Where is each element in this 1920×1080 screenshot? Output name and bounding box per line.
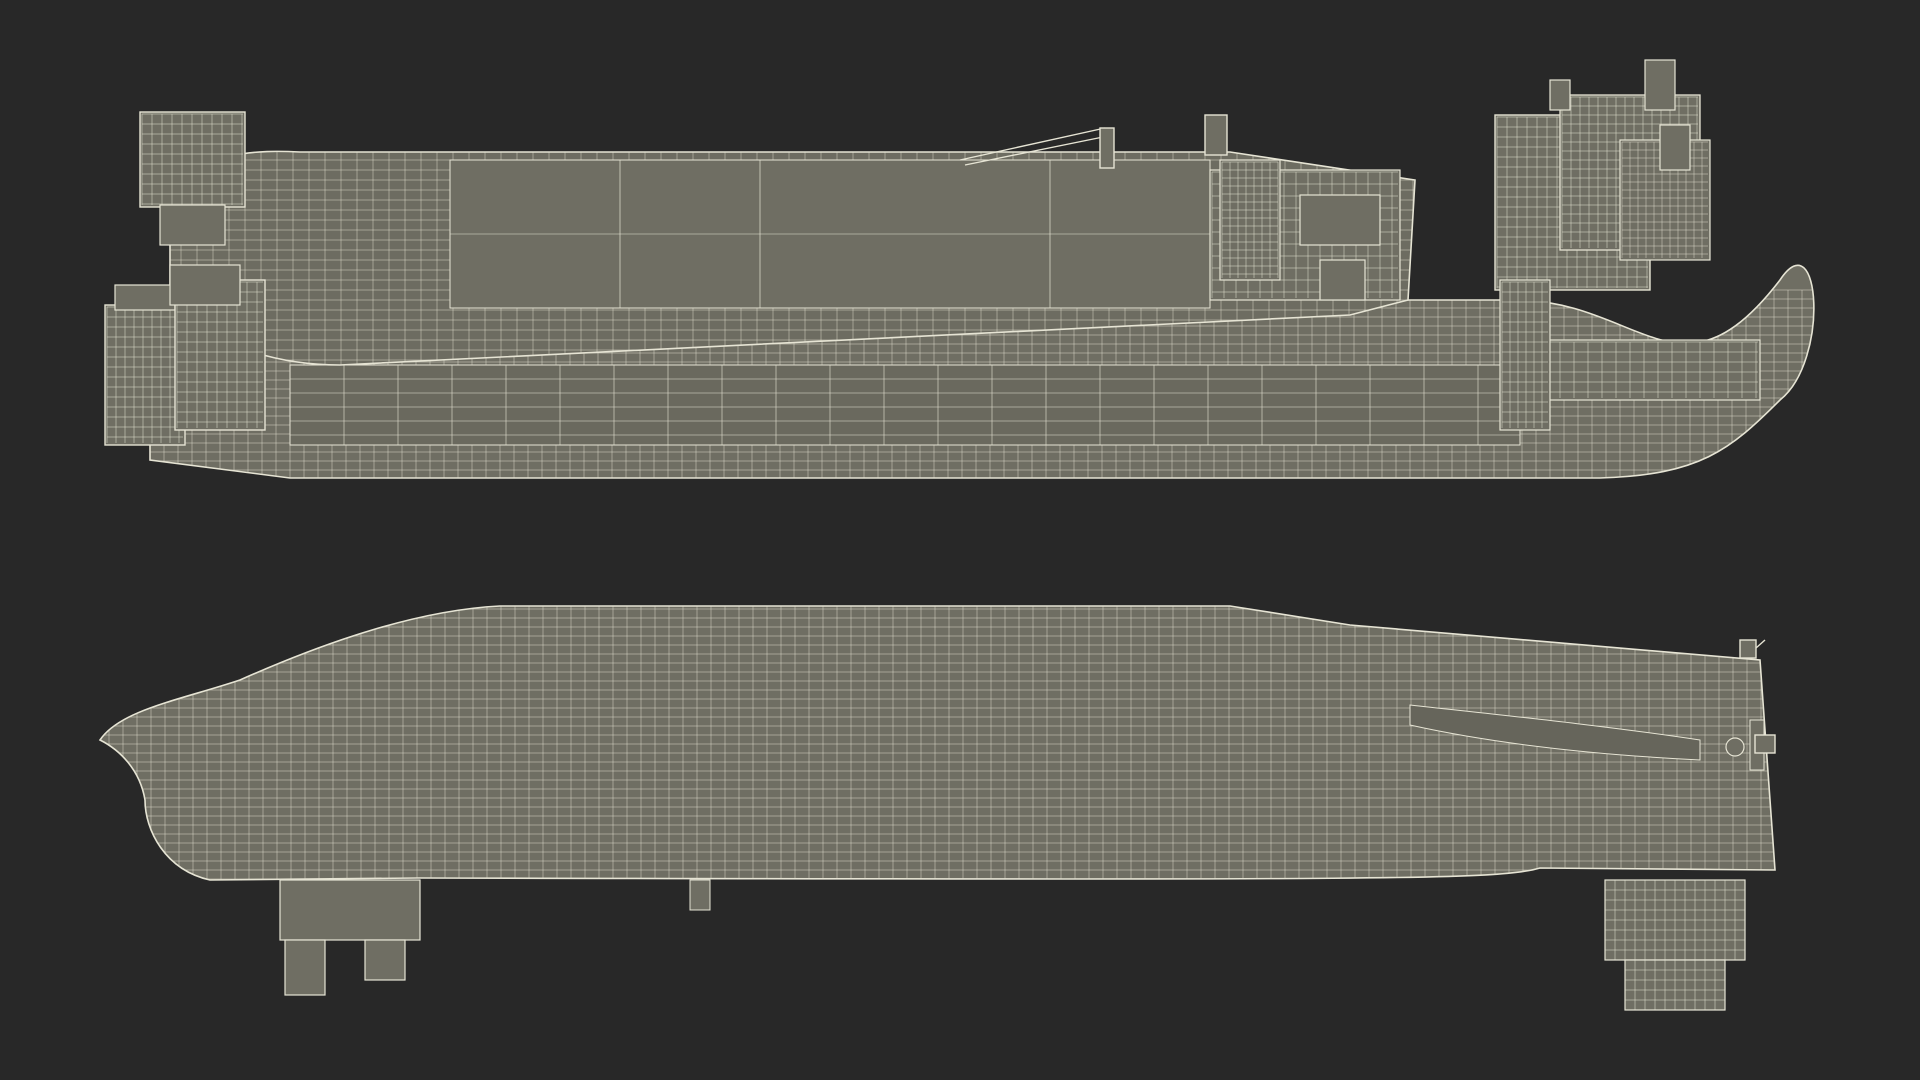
wireframe-ship-render <box>98 59 1815 1011</box>
bridge-lower-block <box>1529 339 1761 401</box>
stern-machinery <box>169 264 241 306</box>
bridge-superstructure <box>1494 59 1761 431</box>
stern-tower-lower <box>104 304 186 446</box>
lower-deck-panel <box>289 364 1521 446</box>
stern-tower-top <box>114 284 176 311</box>
forecastle-structure <box>1209 159 1401 301</box>
bridge-side-column <box>1499 279 1551 431</box>
funnel <box>1659 124 1691 171</box>
render-viewport <box>0 0 1920 1080</box>
stern-tower-upper <box>139 111 246 208</box>
mast <box>1644 59 1676 111</box>
propeller-hub <box>1725 737 1745 757</box>
mid-bracket <box>689 879 711 911</box>
bottom-view <box>98 605 1776 1011</box>
top-view <box>104 59 1815 479</box>
stern-tower-upper-base <box>159 204 226 246</box>
equipment-box <box>1299 194 1381 246</box>
bow-hanging-block <box>279 879 421 996</box>
mast <box>1549 79 1571 111</box>
equipment-box <box>1319 259 1366 301</box>
